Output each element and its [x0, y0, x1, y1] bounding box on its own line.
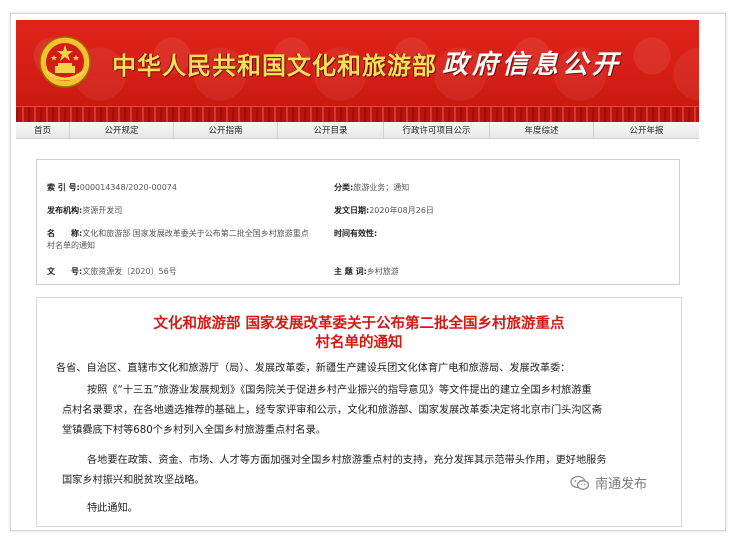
nav-item-guide[interactable]: 公开指南 [174, 122, 278, 138]
document-title-line2: 村名单的通知 [315, 335, 403, 351]
document-closing: 特此通知。 [87, 503, 138, 514]
meta-date: 发文日期:2020年08月26日 [334, 205, 434, 217]
meta-subject-value: 乡村旅游 [366, 267, 399, 276]
site-banner: 中华人民共和国文化和旅游部 政府信息公开 [16, 20, 699, 122]
wechat-icon [570, 475, 590, 490]
meta-category-label: 分类: [334, 183, 354, 192]
nav-item-catalog[interactable]: 公开目录 [278, 122, 384, 138]
document-para1-line3: 堂镇爨底下村等680个乡村列入全国乡村旅游重点村名录。 [62, 425, 326, 436]
meta-number-label: 文 号: [47, 267, 83, 276]
meta-name-value-line2: 村名单的通知 [47, 241, 95, 250]
document-para1-line2: 点村名录要求，在各地遴选推荐的基础上，经专家评审和公示，文化和旅游部、国家发展改… [62, 405, 602, 416]
meta-issuer-value: 资源开发司 [82, 206, 123, 215]
meta-number-value: 文旅资源发〔2020〕56号 [82, 267, 177, 276]
document-title-line1: 文化和旅游部 国家发展改革委关于公布第二批全国乡村旅游重点 [153, 316, 565, 332]
meta-name: 名 称:文化和旅游部 国家发展改革委关于公布第二批全国乡村旅游重点 村名单的通知 [47, 228, 332, 252]
meta-name-value-line1: 文化和旅游部 国家发展改革委关于公布第二批全国乡村旅游重点 [82, 229, 309, 238]
nav-item-summary[interactable]: 年度综述 [490, 122, 594, 138]
meta-category: 分类:旅游业务；通知 [334, 182, 409, 194]
document-para1-line1: 按照《“十三五”旅游业发展规划》《国务院关于促进乡村产业振兴的指导意见》等文件提… [87, 385, 592, 396]
nav-item-annual-report[interactable]: 公开年报 [594, 122, 699, 138]
main-nav: 首页 公开规定 公开指南 公开目录 行政许可项目公示 年度综述 公开年报 [16, 122, 699, 139]
site-title: 中华人民共和国文化和旅游部 [112, 51, 437, 80]
document-metadata: 索 引 号:000014348/2020-00074 分类:旅游业务；通知 发布… [36, 159, 680, 285]
meta-category-value: 旅游业务；通知 [353, 183, 410, 192]
meta-index: 索 引 号:000014348/2020-00074 [47, 182, 177, 194]
watermark-label: 南通发布 [595, 477, 648, 492]
nav-item-rules[interactable]: 公开规定 [70, 122, 174, 138]
meta-subject-label: 主 题 词: [334, 267, 367, 276]
nav-item-home[interactable]: 首页 [16, 122, 70, 138]
watermark: 南通发布 [570, 473, 647, 492]
document-addressee: 各省、自治区、直辖市文化和旅游厅（局）、发展改革委，新疆生产建设兵团文化体育广电… [56, 363, 571, 374]
meta-issuer: 发布机构:资源开发司 [47, 205, 122, 217]
meta-validity: 时间有效性: [334, 228, 377, 240]
document-body: 文化和旅游部 国家发展改革委关于公布第二批全国乡村旅游重点 村名单的通知 各省、… [36, 297, 682, 527]
site-subtitle: 政府信息公开 [442, 50, 623, 80]
meta-index-value: 000014348/2020-00074 [79, 183, 177, 192]
banner-border-pattern [16, 106, 699, 122]
national-emblem-icon [39, 36, 91, 88]
meta-validity-label: 时间有效性: [334, 229, 378, 238]
document-title: 文化和旅游部 国家发展改革委关于公布第二批全国乡村旅游重点 村名单的通知 [37, 315, 681, 353]
nav-item-permits[interactable]: 行政许可项目公示 [384, 122, 490, 138]
meta-subject: 主 题 词:乡村旅游 [334, 266, 399, 278]
meta-number: 文 号:文旅资源发〔2020〕56号 [47, 266, 177, 278]
document-para2-line1: 各地要在政策、资金、市场、人才等方面加强对全国乡村旅游重点村的支持，充分发挥其示… [87, 455, 607, 466]
meta-name-label: 名 称: [47, 229, 83, 238]
meta-issuer-label: 发布机构: [47, 206, 83, 215]
meta-date-value: 2020年08月26日 [369, 206, 434, 215]
meta-index-label: 索 引 号: [47, 183, 80, 192]
meta-date-label: 发文日期: [334, 206, 370, 215]
